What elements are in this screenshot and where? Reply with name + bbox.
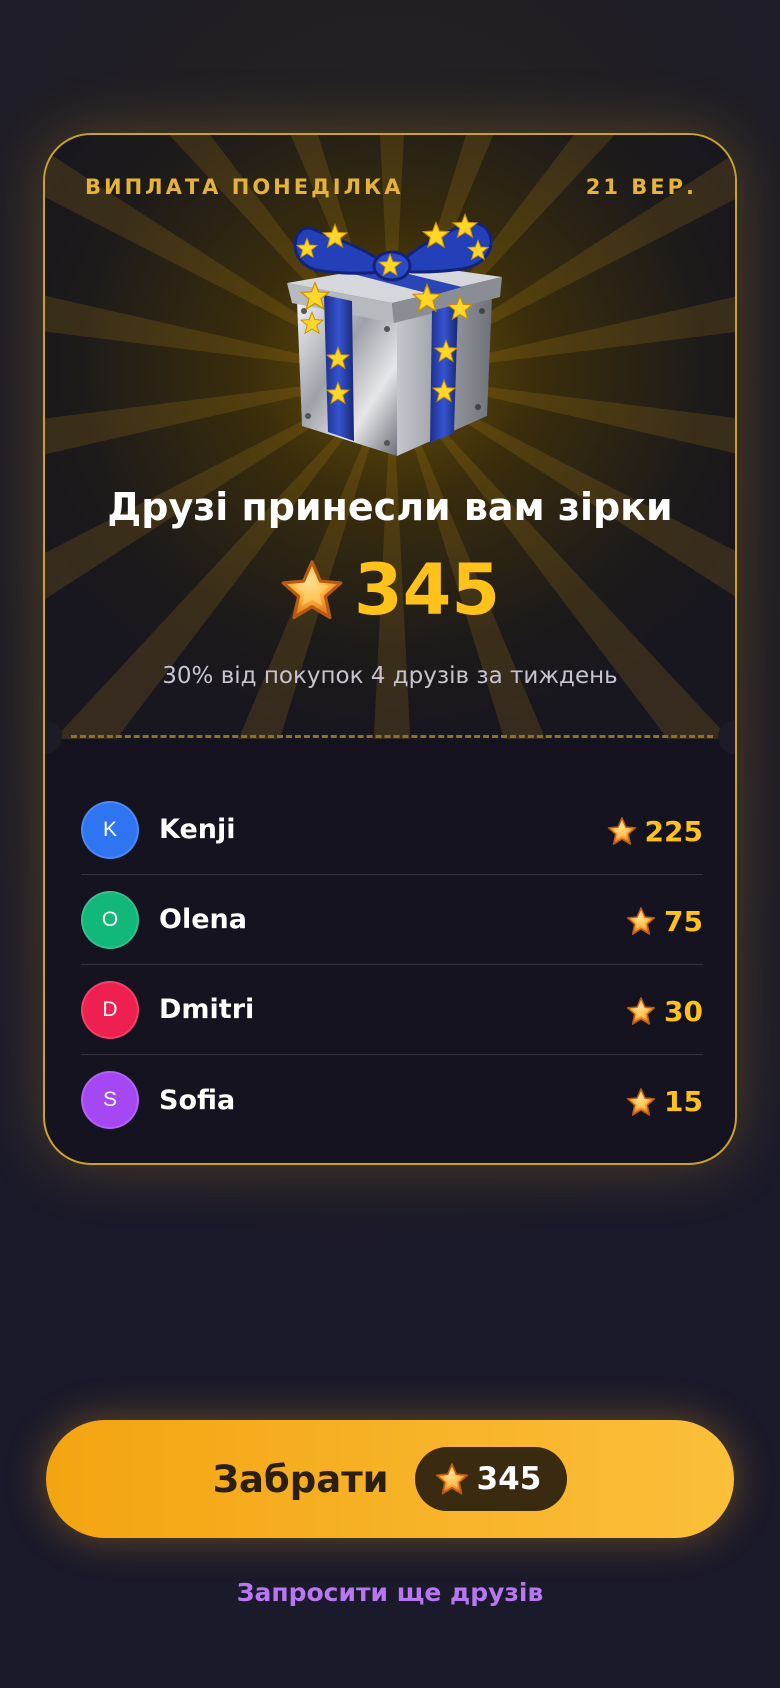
friend-stars-value: 225 xyxy=(644,814,703,848)
friend-name: Sofia xyxy=(159,1084,236,1116)
star-icon xyxy=(626,996,656,1026)
friends-list: K Kenji 225 O Olena 75 D Dmitri 30 S Sof… xyxy=(81,785,703,1145)
friend-stars-value: 75 xyxy=(664,904,703,938)
friend-name: Kenji xyxy=(159,814,236,845)
star-icon xyxy=(626,1087,656,1117)
claim-button-label: Забрати xyxy=(212,1457,389,1501)
card-title: Друзі принесли вам зірки xyxy=(107,485,673,529)
payout-label: ВИПЛАТА ПОНЕДІЛКА xyxy=(85,175,404,199)
avatar: S xyxy=(81,1071,139,1129)
friend-name: Dmitri xyxy=(159,994,255,1025)
invite-friends-link[interactable]: Запросити ще друзів xyxy=(0,1578,780,1607)
star-icon xyxy=(607,816,637,846)
claim-amount-pill: 345 xyxy=(414,1447,568,1511)
friend-stars: 30 xyxy=(626,995,703,1028)
friend-stars: 15 xyxy=(626,1085,703,1118)
card-header-area: ВИПЛАТА ПОНЕДІЛКА 21 ВЕР. Друзі принесли… xyxy=(45,135,735,739)
avatar: K xyxy=(81,800,139,859)
gift-box-icon xyxy=(287,213,502,456)
payout-date: 21 ВЕР. xyxy=(585,175,697,199)
claim-button[interactable]: Забрати 345 xyxy=(46,1420,734,1538)
avatar: D xyxy=(81,980,139,1039)
total-amount: 345 xyxy=(45,555,735,625)
claim-amount-value: 345 xyxy=(476,1461,542,1497)
list-item: D Dmitri 30 xyxy=(81,965,703,1055)
friend-stars: 225 xyxy=(607,815,703,848)
friend-stars-value: 15 xyxy=(664,1085,703,1119)
friend-name: Olena xyxy=(159,904,247,935)
friend-stars: 75 xyxy=(626,905,703,938)
list-item: O Olena 75 xyxy=(81,875,703,965)
list-item: K Kenji 225 xyxy=(81,785,703,875)
avatar: O xyxy=(81,890,139,949)
star-icon xyxy=(435,1462,469,1496)
list-item: S Sofia 15 xyxy=(81,1055,703,1145)
star-icon xyxy=(626,906,656,936)
card-subtitle: 30% від покупок 4 друзів за тиждень xyxy=(162,663,618,689)
payout-card: ВИПЛАТА ПОНЕДІЛКА 21 ВЕР. Друзі принесли… xyxy=(43,133,737,1165)
star-icon xyxy=(280,558,344,622)
total-amount-value: 345 xyxy=(353,549,501,631)
friend-stars-value: 30 xyxy=(664,994,703,1028)
dashed-divider xyxy=(71,735,713,738)
